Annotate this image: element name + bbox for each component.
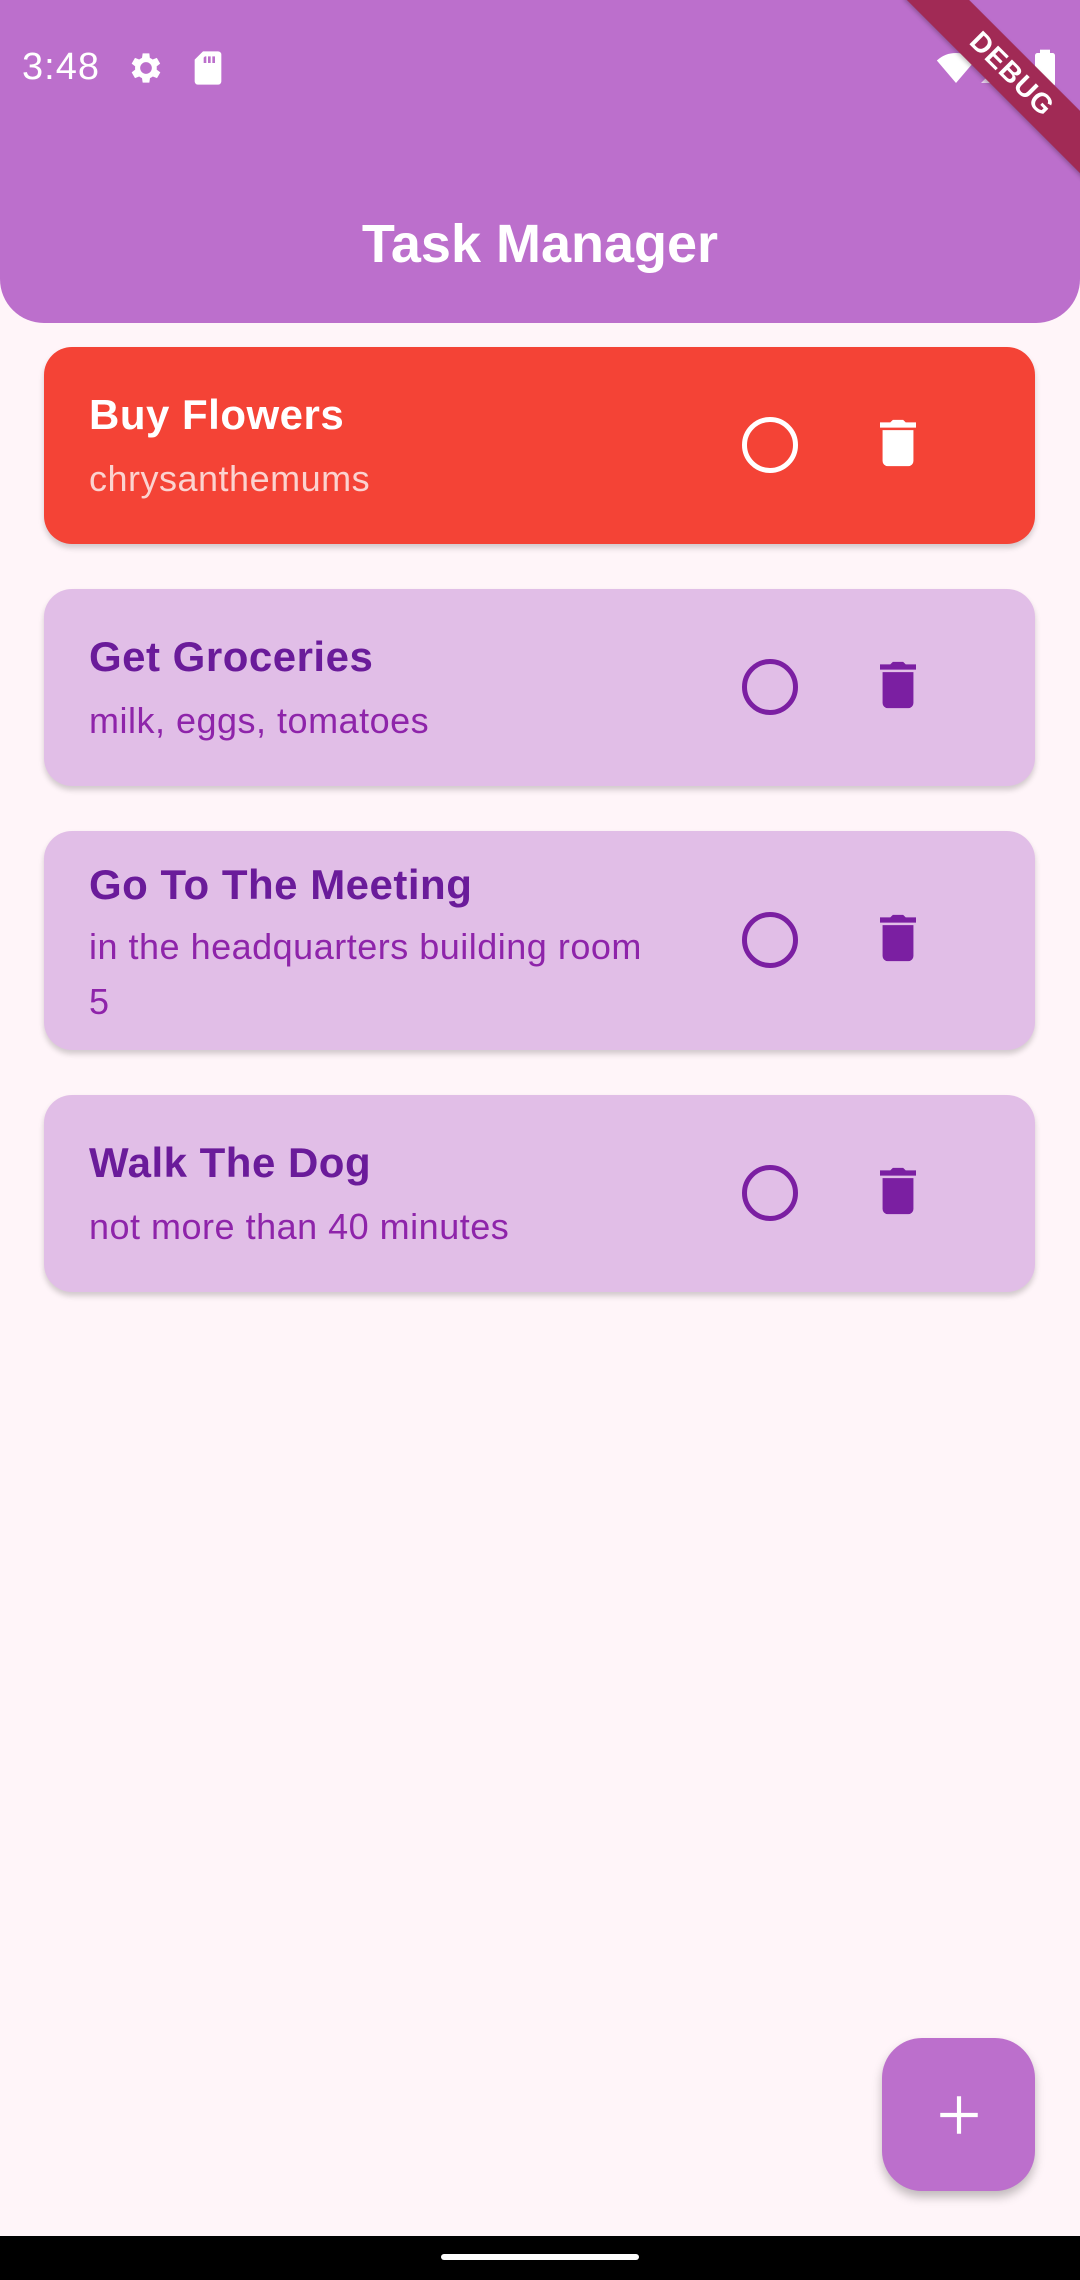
task-card[interactable]: Walk The Dog not more than 40 minutes [44, 1095, 1035, 1292]
task-description: not more than 40 minutes [89, 1206, 510, 1247]
complete-toggle[interactable] [742, 417, 798, 473]
app-bar: 3:48 Task Manager [0, 0, 1080, 323]
task-card[interactable]: Get Groceries milk, eggs, tomatoes [44, 589, 1035, 786]
task-description: milk, eggs, tomatoes [89, 700, 430, 741]
task-title: Walk The Dog [89, 1139, 372, 1186]
task-card[interactable]: Buy Flowers chrysanthemums [44, 347, 1035, 544]
complete-toggle[interactable] [742, 659, 798, 715]
sd-card-icon [194, 51, 222, 85]
delete-icon[interactable] [880, 914, 916, 962]
task-description: chrysanthemums [89, 458, 371, 499]
delete-icon[interactable] [880, 661, 916, 709]
delete-icon[interactable] [880, 419, 916, 467]
home-gesture-handle[interactable] [441, 2254, 639, 2260]
task-title: Go To The Meeting [89, 861, 473, 908]
screen: 3:48 Task Manager DEBUG Buy Flowers chry… [0, 0, 1080, 2280]
task-card[interactable]: Go To The Meeting in the headquarters bu… [44, 831, 1035, 1050]
navigation-bar [0, 2236, 1080, 2280]
gear-icon [131, 53, 161, 83]
add-task-button[interactable] [882, 2038, 1035, 2191]
delete-icon[interactable] [880, 1167, 916, 1215]
complete-toggle[interactable] [742, 1165, 798, 1221]
task-description: in the headquarters building room 5 [89, 926, 642, 1022]
task-title: Buy Flowers [89, 391, 345, 438]
plus-icon [939, 2096, 978, 2134]
task-title: Get Groceries [89, 633, 374, 680]
status-time: 3:48 [22, 46, 100, 88]
app-title: Task Manager [361, 214, 719, 274]
complete-toggle[interactable] [742, 912, 798, 968]
